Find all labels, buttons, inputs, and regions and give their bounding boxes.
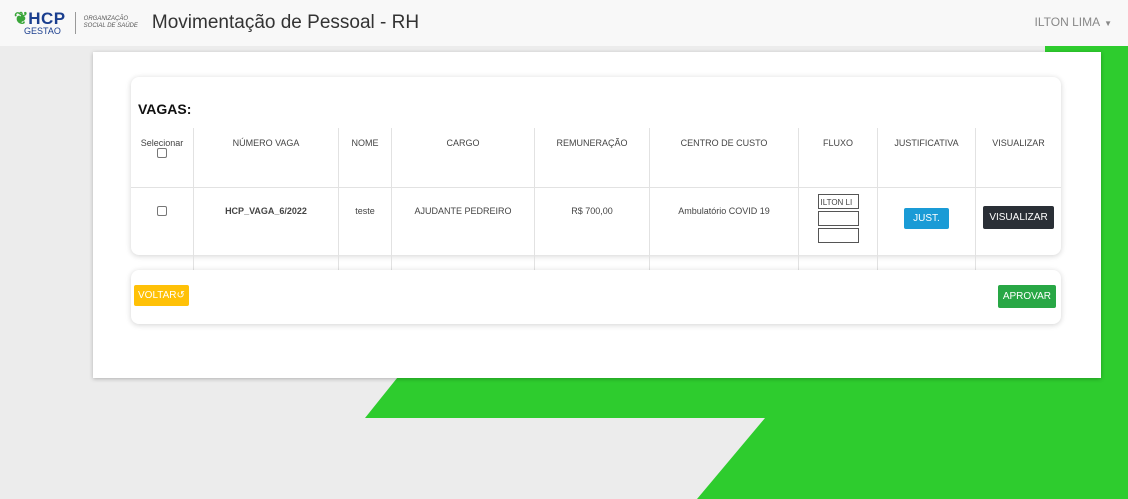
- fluxo-input-1[interactable]: ILTON LI: [817, 194, 859, 209]
- undo-icon: ↺: [176, 290, 185, 301]
- hcp-logo[interactable]: ❦ HCP GESTAO ORGANIZAÇÃO SOCIAL DE SAÚDE: [14, 10, 138, 36]
- table-header-row: Selecionar NÚMERO VAGA NOME CARGO REMUNE…: [131, 128, 1061, 188]
- justificativa-button[interactable]: JUST.: [904, 208, 949, 229]
- user-name: ILTON LIMA: [1034, 15, 1101, 29]
- col-selecionar: Selecionar: [131, 128, 194, 188]
- logo-gestao-text: GESTAO: [24, 26, 61, 36]
- org-line-1: ORGANIZAÇÃO: [83, 16, 128, 23]
- visualizar-button[interactable]: VISUALIZAR: [983, 206, 1054, 229]
- page-title: Movimentação de Pessoal - RH: [151, 12, 420, 33]
- main-panel: VAGAS: Selecionar NÚMERO VAGA NOME CARGO…: [93, 52, 1101, 378]
- col-selecionar-label: Selecionar: [140, 138, 184, 148]
- voltar-button[interactable]: VOLTAR↺: [134, 285, 189, 306]
- col-justificativa: JUSTIFICATIVA: [877, 128, 976, 188]
- logo-divider: [74, 12, 76, 34]
- col-nome: NOME: [338, 128, 392, 188]
- top-navbar: ❦ HCP GESTAO ORGANIZAÇÃO SOCIAL DE SAÚDE…: [0, 0, 1128, 46]
- actions-card: VOLTAR↺ APROVAR: [131, 270, 1061, 324]
- org-line-2: SOCIAL DE SAÚDE: [83, 23, 138, 29]
- col-numero: NÚMERO VAGA: [193, 128, 339, 188]
- logo-mark: ❦ HCP GESTAO: [14, 10, 66, 36]
- col-centro: CENTRO DE CUSTO: [649, 128, 799, 188]
- logo-hcp-text: HCP: [28, 9, 66, 28]
- vagas-title: VAGAS:: [138, 101, 192, 117]
- col-visualizar: VISUALIZAR: [975, 128, 1061, 188]
- caret-down-icon: ▼: [1104, 19, 1112, 28]
- aprovar-button[interactable]: APROVAR: [997, 285, 1056, 308]
- user-menu[interactable]: ILTON LIMA ▼: [1035, 15, 1113, 29]
- col-fluxo: FLUXO: [798, 128, 878, 188]
- col-cargo: CARGO: [391, 128, 535, 188]
- fluxo-input-3[interactable]: [817, 228, 859, 243]
- ribbon-icon: ❦: [14, 9, 29, 28]
- fluxo-input-2[interactable]: [817, 211, 859, 226]
- logo-org-text: ORGANIZAÇÃO SOCIAL DE SAÚDE: [84, 16, 138, 30]
- vagas-card: VAGAS: Selecionar NÚMERO VAGA NOME CARGO…: [131, 77, 1061, 285]
- select-all-checkbox[interactable]: [157, 148, 167, 158]
- voltar-label: VOLTAR: [138, 290, 177, 301]
- row-checkbox[interactable]: [157, 206, 167, 216]
- vagas-table: Selecionar NÚMERO VAGA NOME CARGO REMUNE…: [131, 128, 1061, 285]
- col-remuneracao: REMUNERAÇÃO: [534, 128, 650, 188]
